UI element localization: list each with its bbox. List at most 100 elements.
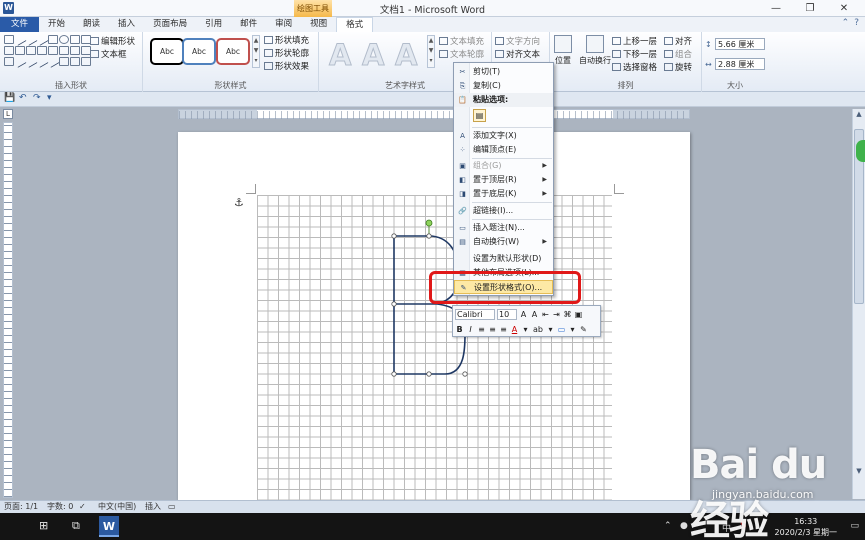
minimize-button[interactable]: — bbox=[759, 1, 793, 16]
menu-item-group[interactable]: ▣ 组合(G) ▶ bbox=[454, 159, 553, 173]
menu-item-cut[interactable]: ✂ 剪切(T) bbox=[454, 65, 553, 79]
task-view-icon[interactable]: ⧉ bbox=[72, 519, 80, 533]
art-style-3[interactable]: A bbox=[394, 38, 417, 73]
styles-icon[interactable]: ▣ bbox=[574, 310, 583, 319]
align-right-icon[interactable]: ≡ bbox=[499, 325, 508, 334]
shape-rect[interactable] bbox=[15, 46, 25, 55]
brush-icon[interactable]: ✎ bbox=[579, 325, 588, 334]
close-button[interactable]: ✕ bbox=[827, 1, 861, 16]
status-words[interactable]: 字数: 0 bbox=[47, 501, 73, 513]
taskbar-word-button[interactable]: W bbox=[99, 516, 119, 537]
shape-line[interactable] bbox=[35, 33, 49, 46]
tab-view[interactable]: 视图 bbox=[301, 17, 336, 32]
shape-rect[interactable] bbox=[70, 35, 80, 44]
font-color-dropdown-icon[interactable]: ▾ bbox=[521, 325, 530, 334]
font-color-icon[interactable]: A bbox=[510, 325, 519, 334]
shape-rect[interactable] bbox=[59, 46, 69, 55]
ribbon-minimize-icon[interactable]: ⌃ bbox=[842, 18, 850, 28]
group-button[interactable]: 组合 bbox=[664, 48, 692, 60]
italic-button[interactable]: I bbox=[466, 325, 475, 334]
shape-fill-dropdown-icon[interactable]: ▾ bbox=[568, 325, 577, 334]
vertical-ruler[interactable] bbox=[3, 122, 13, 498]
grow-font-icon[interactable]: A bbox=[519, 310, 528, 319]
tray-expand-icon[interactable]: ⌃ bbox=[664, 521, 672, 531]
tab-insert[interactable]: 插入 bbox=[109, 17, 144, 32]
text-outline-button[interactable]: 文本轮廓 bbox=[439, 48, 484, 60]
menu-item-send-to-back[interactable]: ◨ 置于底层(K) ▶ bbox=[454, 187, 553, 201]
tray-app-icon[interactable]: ● bbox=[680, 521, 688, 531]
align-center-icon[interactable]: ≡ bbox=[488, 325, 497, 334]
menu-item-copy[interactable]: ⎘ 复制(C) bbox=[454, 79, 553, 93]
menu-item-bring-to-front[interactable]: ◧ 置于顶层(R) ▶ bbox=[454, 173, 553, 187]
shape-rect[interactable] bbox=[4, 57, 14, 66]
rotate-button[interactable]: 旋转 bbox=[664, 61, 692, 73]
art-style-scroll[interactable]: ▲ ▼ ▾ bbox=[427, 35, 435, 68]
redo-icon[interactable]: ↷ bbox=[33, 93, 41, 103]
art-style-2[interactable]: A bbox=[361, 38, 384, 73]
paste-keep-format-icon[interactable]: ▤ bbox=[473, 109, 486, 122]
highlight-icon[interactable]: ab bbox=[532, 325, 544, 334]
tab-read[interactable]: 朗读 bbox=[74, 17, 109, 32]
menu-item-edit-points[interactable]: ⁘ 编辑顶点(E) bbox=[454, 143, 553, 157]
resize-handle[interactable] bbox=[426, 371, 432, 377]
shape-rect[interactable] bbox=[4, 46, 14, 55]
text-direction-button[interactable]: 文字方向 bbox=[495, 35, 540, 47]
status-language[interactable]: 中文(中国) bbox=[98, 501, 136, 513]
align-left-icon[interactable]: ≡ bbox=[477, 325, 486, 334]
shape-effects-button[interactable]: 形状效果 bbox=[264, 60, 309, 72]
resize-handle[interactable] bbox=[391, 233, 397, 239]
customize-qat-icon[interactable]: ▾ bbox=[47, 93, 52, 103]
undo-icon[interactable]: ↶ bbox=[19, 93, 27, 103]
align-text-button[interactable]: 对齐文本 bbox=[495, 48, 540, 60]
tab-review[interactable]: 审阅 bbox=[266, 17, 301, 32]
shape-rect[interactable] bbox=[37, 46, 47, 55]
vertical-scrollbar[interactable]: ▲ ▼ bbox=[852, 109, 865, 499]
font-size-select[interactable]: 10 bbox=[497, 308, 517, 320]
save-icon[interactable]: 💾 bbox=[4, 93, 15, 103]
shape-rect[interactable] bbox=[26, 46, 36, 55]
tab-references[interactable]: 引用 bbox=[196, 17, 231, 32]
rotate-handle[interactable] bbox=[425, 219, 433, 227]
format-painter-icon[interactable]: ⌘ bbox=[563, 310, 572, 319]
horizontal-ruler[interactable] bbox=[178, 109, 690, 119]
wrap-text-button[interactable]: 自动换行 bbox=[579, 35, 611, 66]
shape-fill-button[interactable]: 形状填充 bbox=[264, 34, 309, 46]
menu-item-hyperlink[interactable]: 🔗 超链接(I)... bbox=[454, 204, 553, 218]
proofing-icon[interactable]: ✓ bbox=[79, 501, 86, 513]
resize-handle[interactable] bbox=[391, 301, 397, 307]
send-backward-button[interactable]: 下移一层 bbox=[612, 48, 657, 60]
shape-line[interactable] bbox=[46, 55, 60, 68]
shape-rect[interactable] bbox=[48, 46, 58, 55]
menu-item-wrap-text[interactable]: ▤ 自动换行(W) ▶ bbox=[454, 235, 553, 249]
status-insert-mode[interactable]: 插入 bbox=[145, 501, 161, 513]
bring-forward-button[interactable]: 上移一层 bbox=[612, 35, 657, 47]
menu-item-add-text[interactable]: A 添加文字(X) bbox=[454, 129, 553, 143]
shape-gallery[interactable] bbox=[4, 33, 91, 68]
highlight-dropdown-icon[interactable]: ▾ bbox=[546, 325, 555, 334]
resize-handle[interactable] bbox=[462, 371, 468, 377]
green-sidebar-badge[interactable] bbox=[856, 140, 865, 162]
shape-rect[interactable] bbox=[59, 57, 69, 66]
font-name-select[interactable]: Calibri bbox=[455, 308, 495, 320]
text-fill-button[interactable]: 文本填充 bbox=[439, 35, 484, 47]
shape-style-blue[interactable]: Abc bbox=[182, 38, 216, 65]
art-style-1[interactable]: A bbox=[328, 38, 351, 73]
selection-pane-button[interactable]: 选择窗格 bbox=[612, 61, 657, 73]
shape-style-scroll[interactable]: ▲ ▼ ▾ bbox=[252, 35, 260, 68]
shape-style-red[interactable]: Abc bbox=[216, 38, 250, 65]
windows-start-icon[interactable]: ⊞ bbox=[39, 519, 48, 532]
resize-handle[interactable] bbox=[391, 371, 397, 377]
tab-selector-icon[interactable]: L bbox=[3, 109, 13, 119]
shape-rect[interactable] bbox=[70, 46, 80, 55]
tab-format[interactable]: 格式 bbox=[336, 17, 374, 32]
restore-button[interactable]: ❐ bbox=[793, 1, 827, 16]
status-page[interactable]: 页面: 1/1 bbox=[4, 501, 38, 513]
menu-item-set-default-shape[interactable]: 设置为默认形状(D) bbox=[454, 252, 553, 266]
shape-oval[interactable] bbox=[59, 35, 69, 44]
shape-rect[interactable] bbox=[4, 35, 14, 44]
increase-indent-icon[interactable]: ⇥ bbox=[552, 310, 561, 319]
text-box-button[interactable]: 文本框 bbox=[90, 48, 127, 60]
help-icon[interactable]: ? bbox=[854, 18, 859, 28]
shrink-font-icon[interactable]: A bbox=[530, 310, 539, 319]
tab-page-layout[interactable]: 页面布局 bbox=[144, 17, 196, 32]
